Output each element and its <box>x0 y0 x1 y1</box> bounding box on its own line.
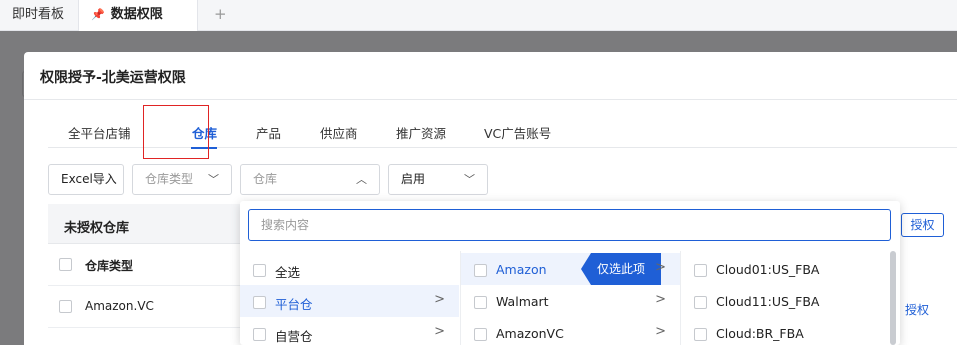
subtab-vc-ad-account[interactable]: VC广告账号 <box>484 123 551 142</box>
authorize-button[interactable]: 授权 <box>901 213 944 237</box>
cascader-column-platform: Amazon 仅选此项 > Walmart > AmazonVC > <box>460 251 680 345</box>
chevron-right-icon: > <box>655 292 666 307</box>
annotation-highlight-box <box>143 105 209 159</box>
chevron-up-icon: ︿ <box>356 173 367 186</box>
warehouse-select[interactable]: 仓库 ︿ <box>240 164 380 195</box>
option-select-all[interactable]: 全选 <box>240 253 459 285</box>
option-checkbox[interactable] <box>694 296 707 309</box>
option-checkbox[interactable] <box>474 296 487 309</box>
top-tab-bar: 即时看板 📌 数据权限 + <box>0 0 957 31</box>
warehouse-placeholder: 仓库 <box>253 172 278 186</box>
option-label: Amazon <box>496 262 547 277</box>
cascader-scrollbar[interactable] <box>890 251 896 345</box>
option-platform-warehouse[interactable]: 平台仓 > <box>240 285 459 317</box>
tab-data-permission[interactable]: 📌 数据权限 <box>78 0 198 31</box>
unauthorized-table-header: 未授权仓库 <box>48 204 264 244</box>
chevron-right-icon: > <box>655 324 666 339</box>
option-label: Cloud11:US_FBA <box>716 294 820 309</box>
pin-icon[interactable]: 📌 <box>91 0 105 30</box>
chevron-down-icon: ﹀ <box>464 173 475 186</box>
select-all-checkbox[interactable] <box>59 258 72 271</box>
unauthorized-table-title: 未授权仓库 <box>64 221 130 236</box>
option-cloud11-us-fba[interactable]: Cloud11:US_FBA <box>681 285 900 317</box>
option-checkbox[interactable] <box>474 328 487 341</box>
option-checkbox[interactable] <box>253 328 266 341</box>
column-header-warehouse-type: 仓库类型 <box>85 259 134 273</box>
option-label: 全选 <box>275 265 301 280</box>
option-checkbox[interactable] <box>694 264 707 277</box>
option-walmart[interactable]: Walmart > <box>461 285 680 317</box>
subtab-product[interactable]: 产品 <box>256 123 281 142</box>
option-amazon[interactable]: Amazon 仅选此项 > <box>461 253 680 285</box>
row-authorize-link[interactable]: 授权 <box>905 301 929 318</box>
cascader-column-warehouse: Cloud01:US_FBA Cloud11:US_FBA Cloud:BR_F… <box>680 251 900 345</box>
tab-data-permission-label: 数据权限 <box>110 7 163 22</box>
modal-title: 权限授予-北美运营权限 <box>40 70 186 86</box>
option-amazonvc[interactable]: AmazonVC > <box>461 317 680 345</box>
option-checkbox[interactable] <box>253 264 266 277</box>
option-checkbox[interactable] <box>694 328 707 341</box>
option-label: Cloud01:US_FBA <box>716 262 820 277</box>
row-checkbox[interactable] <box>59 300 72 313</box>
chevron-right-icon: > <box>434 292 445 307</box>
cascader-column-type: 全选 平台仓 > 自营仓 > <box>240 251 460 345</box>
warehouse-type-select[interactable]: 仓库类型 ﹀ <box>132 164 232 195</box>
status-value: 启用 <box>401 172 426 186</box>
modal-divider <box>24 99 957 100</box>
chevron-down-icon: ﹀ <box>208 173 219 186</box>
warehouse-type-placeholder: 仓库类型 <box>145 172 194 186</box>
option-cloud-br-fba[interactable]: Cloud:BR_FBA <box>681 317 900 345</box>
add-tab-button[interactable]: + <box>214 0 227 29</box>
chevron-right-icon: > <box>434 324 445 339</box>
only-select-this-button[interactable]: 仅选此项 <box>581 253 661 285</box>
option-label: AmazonVC <box>496 326 564 341</box>
option-checkbox[interactable] <box>253 296 266 309</box>
cascader-search-input[interactable]: 搜索内容 <box>248 209 891 241</box>
row-warehouse-type: Amazon.VC <box>85 299 154 313</box>
option-checkbox[interactable] <box>474 264 487 277</box>
option-label: 平台仓 <box>275 297 313 312</box>
table-row: Amazon.VC <box>48 286 264 328</box>
subtab-supplier[interactable]: 供应商 <box>320 123 358 142</box>
option-label: Cloud:BR_FBA <box>716 326 804 341</box>
option-label: 自营仓 <box>275 329 313 344</box>
subtab-all-platform-stores[interactable]: 全平台店铺 <box>68 123 131 142</box>
option-label: Walmart <box>496 294 549 309</box>
option-cloud01-us-fba[interactable]: Cloud01:US_FBA <box>681 253 900 285</box>
excel-import-button[interactable]: Excel导入 <box>48 164 124 195</box>
option-self-operated-warehouse[interactable]: 自营仓 > <box>240 317 459 345</box>
subtab-promotion-resources[interactable]: 推广资源 <box>396 123 446 142</box>
warehouse-cascader-dropdown: 搜索内容 全选 平台仓 > 自营仓 > Amazon 仅选此项 > Walmar… <box>240 201 900 345</box>
status-select[interactable]: 启用 ﹀ <box>388 164 488 195</box>
chevron-right-icon: > <box>655 260 666 275</box>
table-column-header-row: 仓库类型 <box>48 244 264 286</box>
tab-instant-dashboard[interactable]: 即时看板 <box>12 0 64 31</box>
